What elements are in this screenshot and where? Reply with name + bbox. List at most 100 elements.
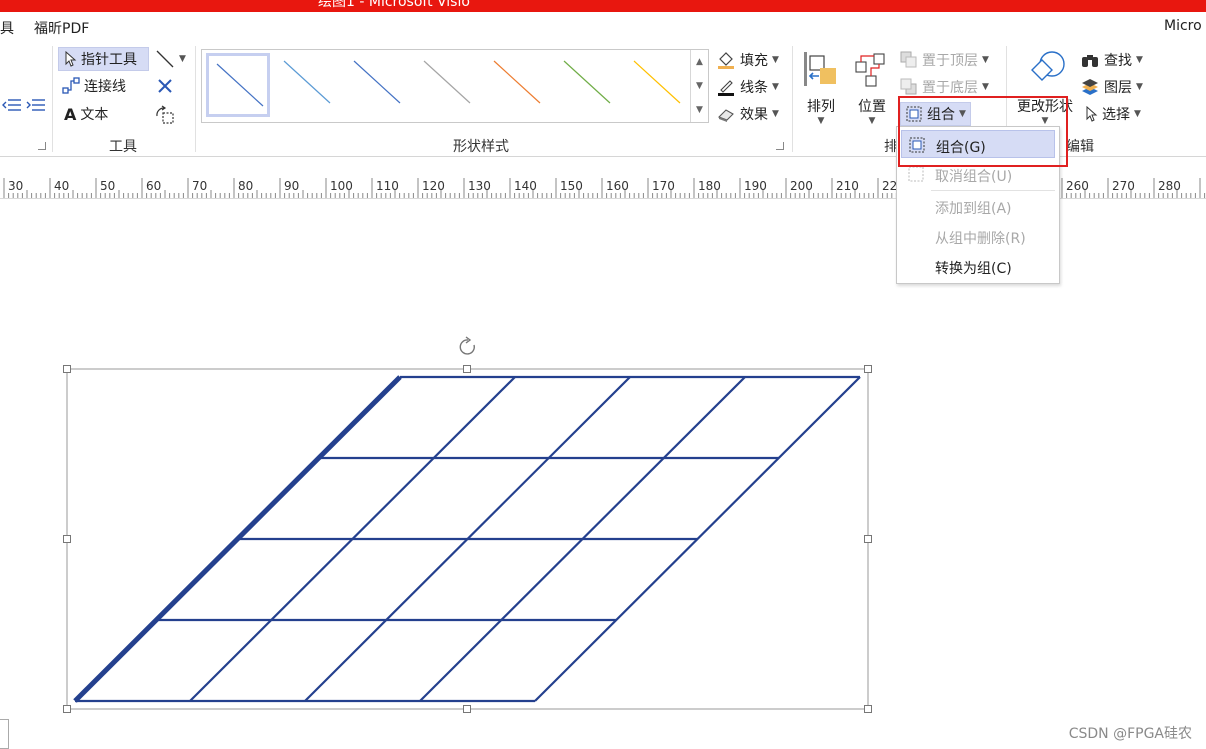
resize-handle[interactable] bbox=[463, 705, 471, 713]
resize-handle[interactable] bbox=[63, 705, 71, 713]
tools-group-label: 工具 bbox=[109, 139, 137, 155]
chevron-down-icon: ▼ bbox=[772, 82, 779, 92]
ruler-label: 110 bbox=[376, 179, 399, 193]
bring-to-front-icon bbox=[900, 51, 917, 68]
layers-icon bbox=[1082, 79, 1098, 95]
select-label: 选择 bbox=[1102, 107, 1130, 123]
fill-button[interactable]: 填充 ▼ bbox=[716, 50, 779, 70]
text-a-icon: A bbox=[64, 104, 77, 124]
layers-label: 图层 bbox=[1104, 80, 1132, 96]
position-button[interactable]: 位置 ▼ bbox=[852, 50, 892, 130]
rotate-handle-icon[interactable] bbox=[459, 336, 475, 355]
ruler-label: 40 bbox=[54, 179, 70, 193]
ruler-label: 22 bbox=[882, 179, 898, 193]
menu-item-label: 添加到组(A) bbox=[935, 201, 1012, 217]
position-icon bbox=[855, 53, 885, 87]
ribbon-tabs: 具 福昕PDF Micro bbox=[0, 12, 1206, 42]
chevron-down-icon: ▼ bbox=[772, 55, 779, 65]
connector-icon bbox=[62, 77, 80, 94]
send-to-back-button[interactable]: 置于底层 ▼ bbox=[900, 77, 989, 97]
gallery-more[interactable]: ▼ bbox=[690, 98, 708, 122]
effects-icon bbox=[718, 109, 734, 122]
resize-handle[interactable] bbox=[63, 365, 71, 373]
text-tool-button[interactable]: A 文本 bbox=[64, 104, 108, 124]
bring-to-front-button[interactable]: 置于顶层 ▼ bbox=[900, 50, 989, 70]
style-swatch[interactable] bbox=[626, 53, 690, 117]
menu-item-label: 转换为组(C) bbox=[935, 261, 1012, 277]
ruler-label: 60 bbox=[146, 179, 162, 193]
style-swatch[interactable] bbox=[556, 53, 620, 117]
watermark: CSDN @FPGA硅农 bbox=[1068, 726, 1192, 742]
find-button[interactable]: 查找 ▼ bbox=[1080, 50, 1143, 70]
menu-item-label: 取消组合(U) bbox=[935, 169, 1013, 185]
bring-to-front-label: 置于顶层 bbox=[922, 53, 978, 69]
gallery-scroll-down[interactable]: ▼ bbox=[690, 74, 708, 98]
chevron-down-icon: ▼ bbox=[868, 116, 876, 126]
window-title: 绘图1 - Microsoft Visio bbox=[318, 0, 470, 10]
text-tool-label: 文本 bbox=[80, 107, 109, 123]
arrange-label: 排列 bbox=[807, 99, 835, 115]
send-to-back-icon bbox=[900, 78, 917, 95]
menu-item-add-to-group[interactable]: 添加到组(A) bbox=[901, 192, 1055, 220]
change-shape-icon bbox=[1031, 51, 1065, 81]
connector-label: 连接线 bbox=[84, 79, 126, 95]
send-to-back-label: 置于底层 bbox=[922, 80, 978, 96]
style-swatch[interactable] bbox=[346, 53, 410, 117]
resize-handle[interactable] bbox=[463, 365, 471, 373]
group-separator bbox=[792, 46, 793, 152]
style-swatch[interactable] bbox=[416, 53, 480, 117]
chevron-down-icon: ▼ bbox=[179, 54, 186, 64]
resize-handle[interactable] bbox=[864, 365, 872, 373]
effects-button[interactable]: 效果 ▼ bbox=[716, 104, 779, 124]
ruler-label: 180 bbox=[698, 179, 721, 193]
line-style-icon bbox=[493, 60, 541, 104]
style-swatch[interactable] bbox=[486, 53, 550, 117]
select-cursor-icon bbox=[1086, 106, 1098, 122]
style-swatch[interactable] bbox=[276, 53, 340, 117]
line-button[interactable]: 线条 ▼ bbox=[716, 77, 779, 97]
increase-indent-icon[interactable] bbox=[26, 98, 46, 112]
line-tool-button[interactable]: ▼ bbox=[155, 49, 186, 69]
resize-handle[interactable] bbox=[864, 705, 872, 713]
ruler-label: 70 bbox=[192, 179, 208, 193]
pointer-arrow-icon bbox=[65, 51, 77, 67]
chevron-down-icon: ▼ bbox=[1134, 109, 1141, 119]
pointer-tool-label: 指针工具 bbox=[81, 52, 137, 68]
select-button[interactable]: 选择 ▼ bbox=[1084, 104, 1141, 124]
line-style-icon bbox=[283, 60, 331, 104]
line-tool-icon bbox=[156, 50, 174, 68]
account-label-partial: Micro bbox=[1164, 18, 1202, 34]
annotation-highlight-box bbox=[898, 96, 1068, 167]
menu-item-convert-to-group[interactable]: 转换为组(C) bbox=[901, 252, 1055, 280]
paragraph-launcher[interactable] bbox=[38, 142, 46, 150]
ruler-label: 200 bbox=[790, 179, 813, 193]
menu-item-remove-from-group[interactable]: 从组中删除(R) bbox=[901, 222, 1055, 250]
connector-button[interactable]: 连接线 bbox=[62, 76, 126, 96]
tab-partial[interactable]: 具 bbox=[0, 18, 14, 38]
chevron-down-icon: ▼ bbox=[817, 116, 825, 126]
gallery-scroll-up[interactable]: ▲ bbox=[690, 50, 708, 74]
ruler-label: 150 bbox=[560, 179, 583, 193]
ungroup-icon bbox=[908, 166, 924, 182]
shape-styles-launcher[interactable] bbox=[776, 142, 784, 150]
tab-foxit-pdf[interactable]: 福昕PDF bbox=[34, 18, 89, 38]
line-style-icon bbox=[633, 60, 681, 104]
arrange-button[interactable]: 排列 ▼ bbox=[802, 50, 840, 130]
close-icon[interactable] bbox=[157, 78, 173, 94]
resize-handle[interactable] bbox=[63, 535, 71, 543]
decrease-indent-icon[interactable] bbox=[2, 98, 22, 112]
group-separator bbox=[52, 46, 53, 152]
resize-handle[interactable] bbox=[864, 535, 872, 543]
ruler-label: 100 bbox=[330, 179, 353, 193]
ruler-label: 270 bbox=[1112, 179, 1135, 193]
ruler-label: 130 bbox=[468, 179, 491, 193]
line-style-icon bbox=[563, 60, 611, 104]
layers-button[interactable]: 图层 ▼ bbox=[1080, 77, 1143, 97]
rotate-text-icon[interactable] bbox=[154, 104, 176, 126]
pointer-tool-button[interactable]: 指针工具 bbox=[58, 47, 149, 71]
ruler-label: 30 bbox=[8, 179, 24, 193]
ruler-label: 80 bbox=[238, 179, 254, 193]
arrange-icon bbox=[804, 52, 836, 86]
shape-styles-gallery[interactable]: ▲ ▼ ▼ bbox=[201, 49, 709, 123]
style-swatch[interactable] bbox=[206, 53, 270, 117]
